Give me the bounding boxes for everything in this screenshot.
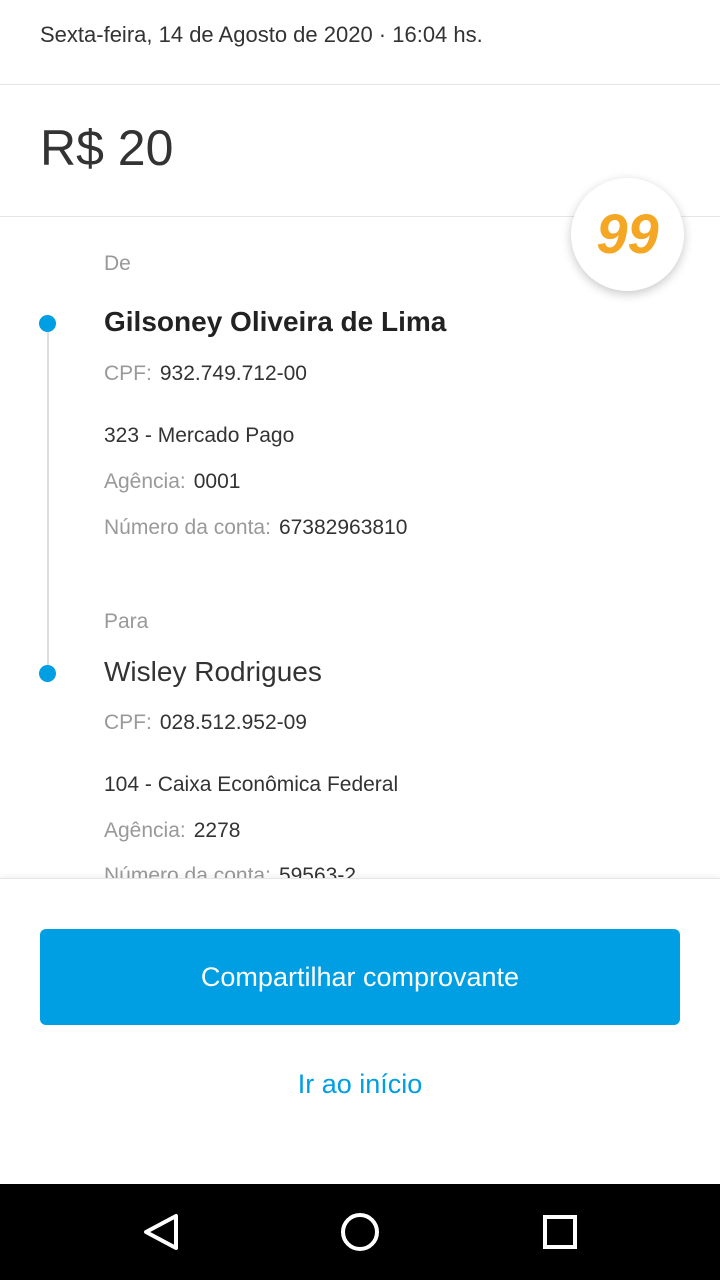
date-header: Sexta-feira, 14 de Agosto de 2020 · 16:0… — [0, 0, 720, 85]
from-agency-value: 0001 — [193, 470, 241, 493]
from-dot — [39, 315, 56, 332]
go-home-link[interactable]: Ir ao início — [0, 1069, 720, 1100]
to-account-label: Número da conta: — [104, 864, 271, 878]
to-account-row: Número da conta: 59563-2 — [104, 864, 356, 878]
to-agency-row: Agência: 2278 — [104, 819, 240, 843]
recents-square-icon[interactable] — [536, 1208, 584, 1256]
from-account-row: Número da conta: 67382963810 — [104, 516, 407, 540]
to-agency-label: Agência: — [104, 819, 186, 842]
back-triangle-icon[interactable] — [136, 1208, 184, 1256]
logo-text: 99 — [596, 202, 658, 265]
to-cpf-row: CPF: 028.512.952-09 — [104, 711, 307, 735]
from-account-label: Número da conta: — [104, 516, 271, 539]
to-name: Wisley Rodrigues — [104, 656, 322, 687]
to-cpf-value: 028.512.952-09 — [159, 711, 307, 734]
to-label: Para — [104, 610, 149, 633]
from-account-value: 67382963810 — [278, 516, 408, 539]
to-cpf-label: CPF: — [104, 711, 152, 734]
android-navbar — [0, 1184, 720, 1280]
transfer-amount: R$ 20 — [40, 120, 174, 176]
from-bank: 323 - Mercado Pago — [104, 424, 295, 447]
timeline-line — [47, 324, 49, 674]
from-cpf-row: CPF: 932.749.712-00 — [104, 362, 307, 386]
to-bank: 104 - Caixa Econômica Federal — [104, 773, 399, 796]
from-cpf-label: CPF: — [104, 362, 152, 385]
to-agency-value: 2278 — [193, 819, 241, 842]
receipt-details[interactable]: De Gilsoney Oliveira de Lima CPF: 932.749… — [0, 218, 720, 878]
from-agency-row: Agência: 0001 — [104, 470, 240, 494]
from-name: Gilsoney Oliveira de Lima — [104, 306, 447, 337]
action-footer: Compartilhar comprovante Ir ao início — [0, 878, 720, 1184]
to-account-value: 59563-2 — [278, 864, 357, 878]
from-agency-label: Agência: — [104, 470, 186, 493]
share-receipt-button[interactable]: Compartilhar comprovante — [40, 929, 680, 1025]
from-cpf-value: 932.749.712-00 — [159, 362, 307, 385]
to-dot — [39, 665, 56, 682]
transfer-date: Sexta-feira, 14 de Agosto de 2020 · 16:0… — [40, 22, 483, 47]
home-circle-icon[interactable] — [336, 1208, 384, 1256]
from-label: De — [104, 252, 131, 275]
99-logo: 99 — [571, 178, 684, 291]
